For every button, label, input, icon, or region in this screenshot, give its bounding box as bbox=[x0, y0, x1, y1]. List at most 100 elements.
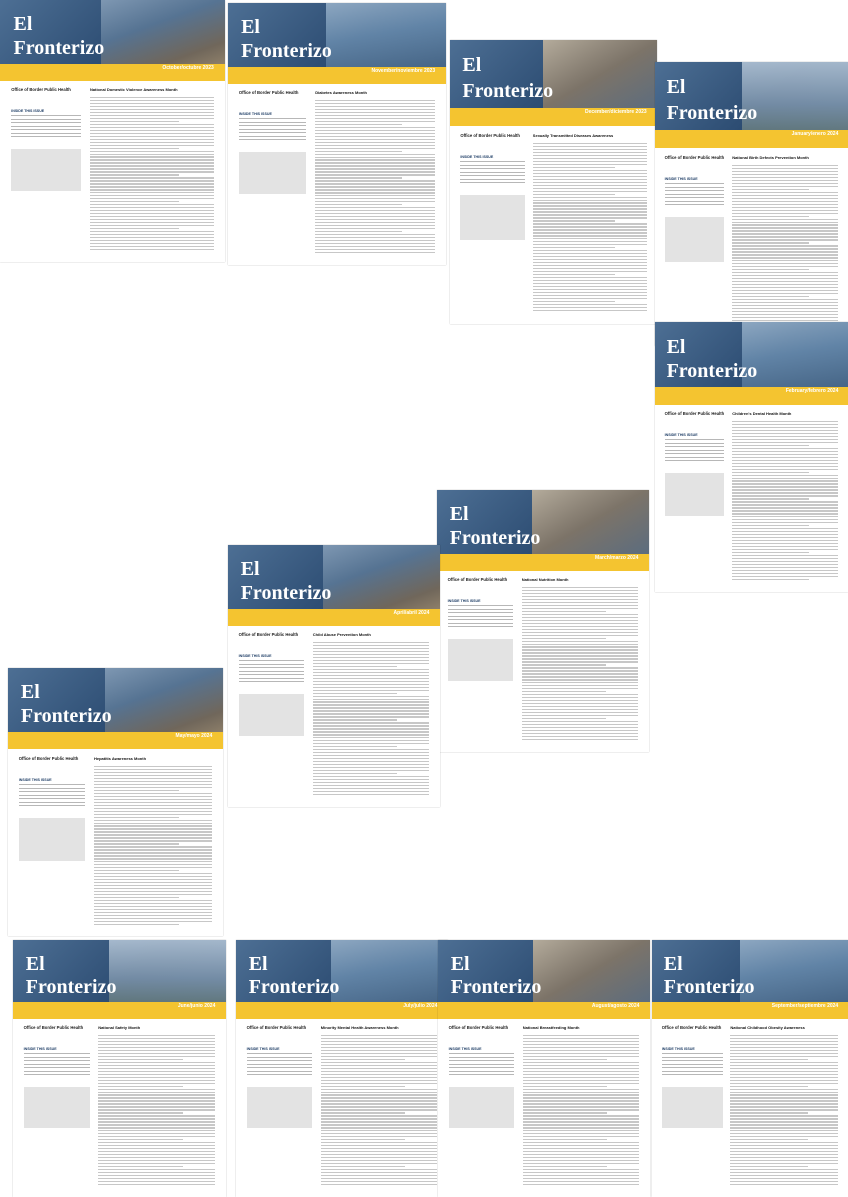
body-text-line bbox=[732, 489, 839, 491]
body-text-line bbox=[94, 923, 180, 926]
article-body bbox=[94, 764, 213, 927]
stat-callout-box bbox=[661, 1087, 723, 1128]
body-text-line bbox=[732, 260, 839, 262]
body-text-line bbox=[312, 785, 430, 787]
body-text-line bbox=[94, 810, 213, 812]
article-title: National Breastfeeding Month bbox=[522, 1025, 580, 1030]
body-text-line bbox=[732, 266, 839, 268]
body-text-line bbox=[521, 712, 639, 714]
body-text-line bbox=[732, 537, 839, 539]
publisher-name: Office of Border Public Health bbox=[460, 133, 520, 138]
body-text-line bbox=[98, 1172, 216, 1174]
toc-text-line bbox=[448, 1056, 515, 1058]
body-text-line bbox=[315, 105, 436, 107]
toc-text-line bbox=[460, 178, 525, 180]
body-text-line bbox=[732, 528, 839, 530]
toc-text-line bbox=[664, 193, 725, 195]
body-text-line bbox=[521, 625, 639, 627]
body-text-line bbox=[90, 186, 214, 188]
body-text-line bbox=[320, 1067, 438, 1069]
toc-text-line bbox=[18, 801, 86, 803]
body-text-line bbox=[320, 1160, 438, 1162]
body-text-line bbox=[94, 888, 213, 890]
body-text-line bbox=[732, 317, 839, 319]
toc-text-line bbox=[11, 129, 81, 131]
body-text-line bbox=[732, 549, 839, 551]
date-band: January/enero 2024 bbox=[655, 130, 848, 149]
body-text-line bbox=[730, 1151, 839, 1153]
body-text-line bbox=[522, 1121, 640, 1123]
body-text-line bbox=[532, 286, 647, 288]
body-text-line bbox=[320, 1124, 438, 1126]
body-text-line bbox=[730, 1046, 839, 1048]
body-text-line bbox=[98, 1163, 216, 1165]
body-text-line bbox=[315, 156, 436, 158]
body-text-line bbox=[98, 1079, 216, 1081]
body-text-line bbox=[730, 1091, 839, 1093]
body-text-line bbox=[532, 217, 647, 219]
body-text-line bbox=[90, 222, 214, 224]
newsletter-page: El Fronterizo February/febrero 2024 Office … bbox=[655, 322, 848, 592]
body-text-line bbox=[90, 189, 214, 191]
body-text-line bbox=[98, 1133, 216, 1135]
body-text-line bbox=[98, 1100, 216, 1102]
body-text-line bbox=[532, 306, 647, 309]
body-text-line bbox=[320, 1172, 438, 1174]
body-text-line bbox=[730, 1181, 839, 1183]
body-text-line bbox=[94, 834, 213, 836]
body-text-line bbox=[732, 293, 839, 295]
body-text-line bbox=[732, 242, 809, 244]
article-body bbox=[732, 419, 839, 582]
body-text-line bbox=[90, 153, 214, 155]
body-text-line bbox=[730, 1169, 839, 1171]
body-text-line bbox=[521, 679, 639, 681]
article-title: National Safety Month bbox=[98, 1025, 141, 1030]
body-text-line bbox=[730, 1184, 839, 1186]
newsletter-title-line1: El bbox=[449, 503, 469, 526]
body-text-line bbox=[521, 688, 639, 690]
body-text-line bbox=[730, 1061, 839, 1063]
body-text-line bbox=[90, 180, 214, 182]
body-text-line bbox=[90, 177, 214, 179]
body-text-line bbox=[521, 649, 639, 651]
newsletter-title-line2: Fronterizo bbox=[20, 705, 112, 728]
body-text-line bbox=[732, 525, 809, 527]
body-text-line bbox=[315, 198, 436, 200]
body-text-line bbox=[732, 558, 839, 560]
body-text-line bbox=[732, 296, 809, 298]
body-text-line bbox=[730, 1055, 839, 1057]
body-text-line bbox=[521, 673, 639, 675]
body-text-line bbox=[90, 123, 214, 125]
article-title: National Domestic Violence Awareness Mon… bbox=[90, 87, 178, 92]
body-text-line bbox=[94, 783, 213, 785]
toc-text-line bbox=[18, 791, 86, 793]
body-text-line bbox=[94, 891, 213, 893]
inside-this-issue-box: INSIDE THIS ISSUE bbox=[18, 778, 86, 809]
body-text-line bbox=[732, 287, 839, 289]
body-text-line bbox=[732, 450, 839, 452]
toc-text-line bbox=[23, 1074, 90, 1076]
toc-text-line bbox=[238, 670, 305, 672]
body-text-line bbox=[320, 1175, 438, 1177]
body-text-line bbox=[315, 99, 436, 101]
body-text-line bbox=[730, 1082, 839, 1084]
body-text-line bbox=[90, 168, 214, 170]
body-text-line bbox=[730, 1067, 839, 1069]
toc-text-line bbox=[448, 1053, 515, 1055]
article-body bbox=[312, 640, 430, 797]
body-text-line bbox=[521, 628, 639, 630]
article-body bbox=[732, 163, 839, 335]
inside-this-issue-box: INSIDE THIS ISSUE bbox=[11, 109, 81, 140]
body-text-line bbox=[320, 1145, 438, 1147]
body-text-line bbox=[94, 843, 180, 845]
article-body bbox=[522, 1033, 640, 1187]
toc-text-line bbox=[246, 1070, 313, 1072]
body-text-line bbox=[732, 465, 839, 467]
toc-text-line bbox=[447, 615, 514, 617]
body-text-line bbox=[522, 1115, 640, 1117]
body-text-line bbox=[90, 243, 214, 245]
body-text-line bbox=[98, 1043, 216, 1045]
toc-text-line bbox=[460, 171, 525, 173]
body-text-line bbox=[315, 102, 436, 104]
newsletter-title-line2: Fronterizo bbox=[450, 975, 542, 998]
